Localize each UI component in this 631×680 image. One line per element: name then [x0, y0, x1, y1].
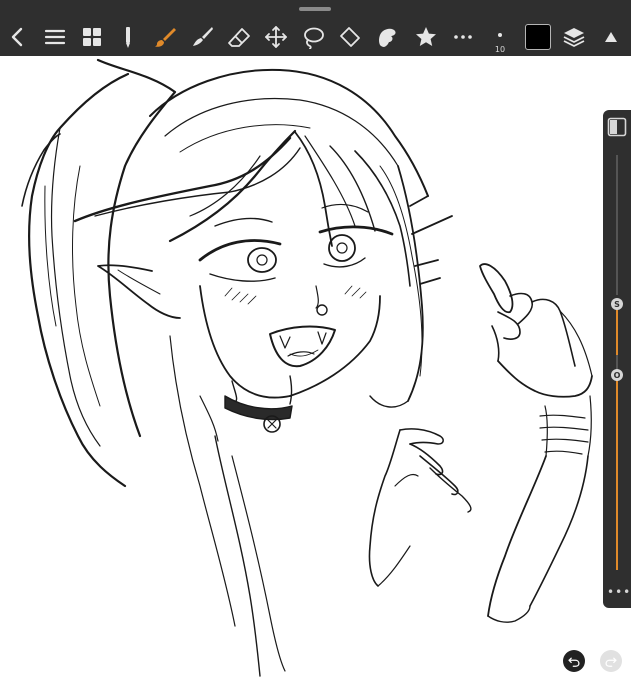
size-slider-knob[interactable]: S	[611, 298, 623, 310]
move-arrows-icon	[265, 26, 287, 48]
color-swatch[interactable]	[525, 24, 551, 50]
eraser-tool-button[interactable]	[222, 20, 256, 54]
layers-icon	[563, 28, 585, 47]
eraser-icon	[228, 28, 250, 47]
drawing-app: 10 S O •••	[0, 0, 631, 680]
opacity-slider-knob[interactable]: O	[611, 369, 623, 381]
brush-slider-panel: S O •••	[603, 110, 631, 608]
smudge-tool-button[interactable]	[185, 20, 219, 54]
lasso-icon	[304, 27, 324, 49]
fill-tool-button[interactable]	[333, 20, 367, 54]
undo-icon	[568, 657, 580, 667]
gallery-button[interactable]	[75, 20, 109, 54]
drawing-canvas[interactable]	[0, 56, 631, 680]
back-button[interactable]	[1, 20, 35, 54]
panel-toggle-button[interactable]	[607, 117, 627, 137]
paint-tool-button[interactable]	[148, 20, 182, 54]
pen-icon	[126, 27, 130, 48]
size-slider-track[interactable]	[616, 155, 618, 295]
triangle-up-icon	[605, 32, 617, 42]
redo-icon	[605, 657, 617, 667]
fill-bucket-icon	[340, 27, 360, 47]
opacity-slider-track[interactable]	[616, 355, 618, 370]
star-icon	[416, 27, 436, 46]
favorites-button[interactable]	[409, 20, 443, 54]
collapse-toolbar-button[interactable]	[594, 20, 628, 54]
opacity-slider-fill	[616, 380, 618, 570]
redo-button[interactable]	[600, 650, 622, 672]
transform-tool-button[interactable]	[259, 20, 293, 54]
chevron-left-icon	[11, 27, 23, 47]
actions-menu-button[interactable]	[38, 20, 72, 54]
brush-size-value: 10	[494, 45, 506, 54]
split-square-icon	[607, 117, 627, 137]
selection-tool-button[interactable]	[296, 20, 330, 54]
panel-more-button[interactable]: •••	[607, 586, 630, 598]
grid-icon	[83, 28, 101, 46]
smudge-icon	[193, 27, 213, 46]
liquify-icon	[379, 28, 396, 47]
size-slider-fill	[616, 304, 618, 359]
toolbar-grabber[interactable]	[299, 7, 331, 11]
liquify-tool-button[interactable]	[370, 20, 404, 54]
hamburger-menu-icon	[44, 29, 66, 45]
sketch-artwork	[21, 58, 593, 677]
adjustments-button[interactable]	[111, 20, 145, 54]
paintbrush-icon	[155, 28, 176, 47]
layers-button[interactable]	[557, 20, 591, 54]
undo-button[interactable]	[563, 650, 585, 672]
top-toolbar: 10	[0, 0, 631, 56]
more-tools-button[interactable]	[446, 20, 480, 54]
more-dots-icon	[454, 35, 472, 39]
